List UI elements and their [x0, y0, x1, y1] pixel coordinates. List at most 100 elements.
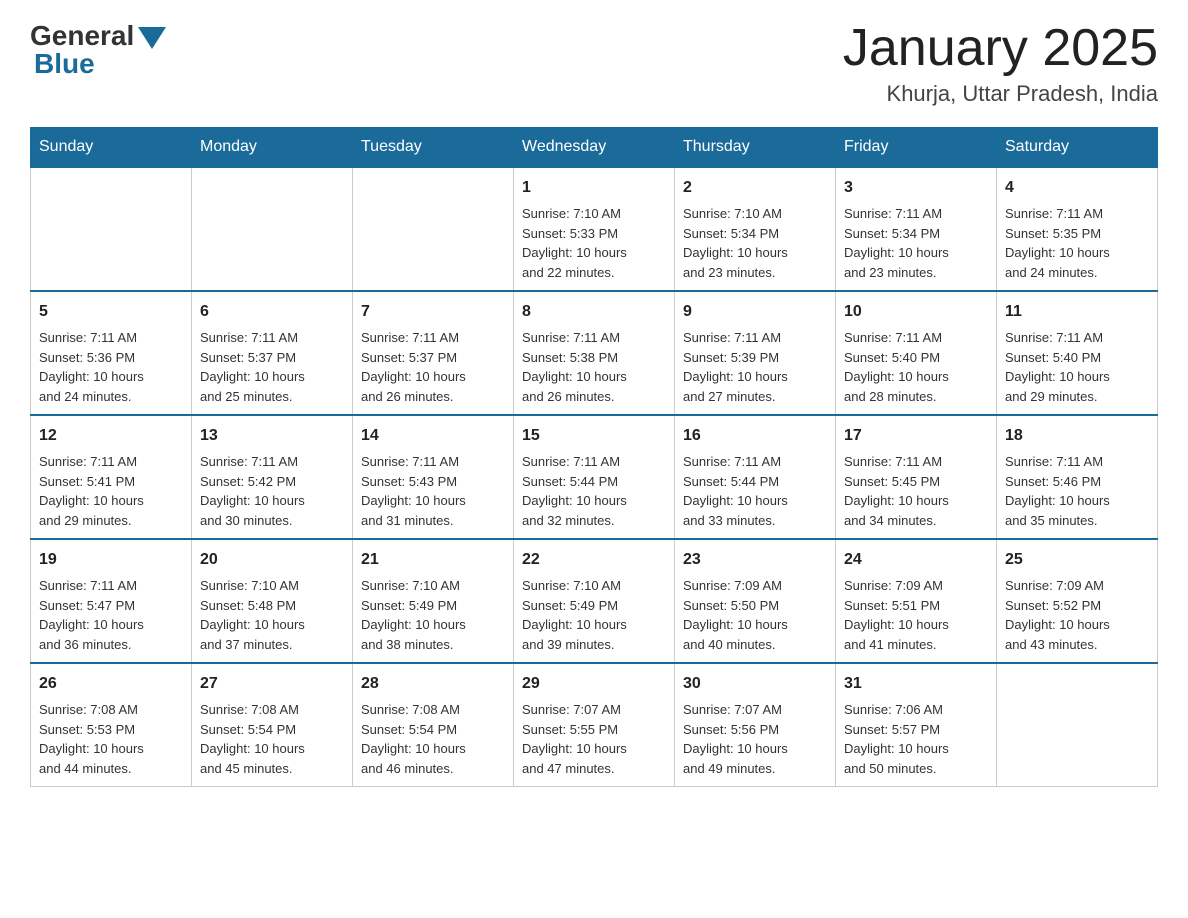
day-info-line: Daylight: 10 hours [683, 493, 788, 508]
calendar-day-header: Thursday [675, 128, 836, 168]
day-info-line: Sunrise: 7:10 AM [522, 206, 621, 221]
day-info-line: Daylight: 10 hours [844, 741, 949, 756]
calendar-day-cell: 11 Sunrise: 7:11 AM Sunset: 5:40 PM Dayligh… [997, 291, 1158, 415]
logo-triangle-icon [138, 27, 166, 49]
day-info-line: Sunset: 5:55 PM [522, 722, 618, 737]
day-info-line: Daylight: 10 hours [522, 245, 627, 260]
calendar-table: SundayMondayTuesdayWednesdayThursdayFrid… [30, 127, 1158, 787]
day-info-line: Sunrise: 7:08 AM [39, 702, 138, 717]
day-info-line: Sunset: 5:41 PM [39, 474, 135, 489]
day-info-line: and 29 minutes. [39, 513, 132, 528]
day-number: 15 [522, 424, 666, 448]
calendar-day-cell: 7Sunrise: 7:11 AMSunset: 5:37 PMDaylight… [353, 291, 514, 415]
day-info-line: Daylight: 10 hours [844, 617, 949, 632]
day-info-line: Sunset: 5:45 PM [844, 474, 940, 489]
day-info-line: Daylight: 10 hours [522, 741, 627, 756]
calendar-day-cell: 14Sunrise: 7:11 AMSunset: 5:43 PMDayligh… [353, 415, 514, 539]
day-info-line: and 31 minutes. [361, 513, 454, 528]
day-info-line: Sunset: 5:37 PM [361, 350, 457, 365]
day-info-line: Sunset: 5:50 PM [683, 598, 779, 613]
day-info-line: Sunset: 5:47 PM [39, 598, 135, 613]
day-number: 11 [1005, 300, 1149, 324]
day-number: 13 [200, 424, 344, 448]
calendar-week-row: 5Sunrise: 7:11 AMSunset: 5:36 PMDaylight… [31, 291, 1158, 415]
day-info-line: and 35 minutes. [1005, 513, 1098, 528]
day-number: 28 [361, 672, 505, 696]
day-info-line: and 28 minutes. [844, 389, 937, 404]
day-number: 14 [361, 424, 505, 448]
day-info-line: Sunset: 5:39 PM [683, 350, 779, 365]
calendar-day-cell: 19Sunrise: 7:11 AMSunset: 5:47 PMDayligh… [31, 539, 192, 663]
day-info-line: Sunrise: 7:11 AM [200, 454, 298, 469]
calendar-day-cell: 27Sunrise: 7:08 AMSunset: 5:54 PMDayligh… [192, 663, 353, 787]
day-info-line: Sunrise: 7:09 AM [844, 578, 943, 593]
day-info-line: Daylight: 10 hours [39, 617, 144, 632]
day-info-line: Sunset: 5:34 PM [683, 226, 779, 241]
day-info-line: and 50 minutes. [844, 761, 937, 776]
calendar-day-header: Monday [192, 128, 353, 168]
day-info-line: Sunset: 5:56 PM [683, 722, 779, 737]
calendar-day-cell [997, 663, 1158, 787]
day-info-line: Daylight: 10 hours [1005, 617, 1110, 632]
day-info-line: Sunset: 5:51 PM [844, 598, 940, 613]
day-info-line: and 22 minutes. [522, 265, 615, 280]
day-info-line: Daylight: 10 hours [361, 369, 466, 384]
page-header: General Blue January 2025 Khurja, Uttar … [30, 20, 1158, 107]
calendar-day-cell: 16Sunrise: 7:11 AMSunset: 5:44 PMDayligh… [675, 415, 836, 539]
calendar-week-row: 1Sunrise: 7:10 AMSunset: 5:33 PMDaylight… [31, 167, 1158, 291]
day-number: 1 [522, 176, 666, 200]
day-info-line: Daylight: 10 hours [1005, 245, 1110, 260]
day-info-line: and 29 minutes. [1005, 389, 1098, 404]
day-info-line: and 38 minutes. [361, 637, 454, 652]
day-info-line: Daylight: 10 hours [200, 369, 305, 384]
calendar-day-cell: 18Sunrise: 7:11 AMSunset: 5:46 PMDayligh… [997, 415, 1158, 539]
day-info-line: Sunrise: 7:10 AM [522, 578, 621, 593]
day-info-line: Sunset: 5:49 PM [361, 598, 457, 613]
day-info-line: Sunset: 5:44 PM [683, 474, 779, 489]
calendar-day-cell: 13Sunrise: 7:11 AMSunset: 5:42 PMDayligh… [192, 415, 353, 539]
day-number: 8 [522, 300, 666, 324]
day-info-line: Sunrise: 7:11 AM [522, 454, 620, 469]
calendar-day-cell: 23Sunrise: 7:09 AMSunset: 5:50 PMDayligh… [675, 539, 836, 663]
day-info-line: and 24 minutes. [39, 389, 132, 404]
day-info-line: Daylight: 10 hours [522, 617, 627, 632]
day-info-line: Daylight: 10 hours [200, 493, 305, 508]
calendar-day-header: Saturday [997, 128, 1158, 168]
day-number: 17 [844, 424, 988, 448]
calendar-day-cell: 12Sunrise: 7:11 AMSunset: 5:41 PMDayligh… [31, 415, 192, 539]
calendar-day-cell: 4Sunrise: 7:11 AMSunset: 5:35 PMDaylight… [997, 167, 1158, 291]
day-number: 30 [683, 672, 827, 696]
day-number: 9 [683, 300, 827, 324]
day-info-line: Daylight: 10 hours [522, 493, 627, 508]
day-info-line: Sunset: 5:53 PM [39, 722, 135, 737]
day-info-line: Sunrise: 7:10 AM [361, 578, 460, 593]
day-info-line: Daylight: 10 hours [1005, 369, 1110, 384]
calendar-day-cell: 26Sunrise: 7:08 AMSunset: 5:53 PMDayligh… [31, 663, 192, 787]
day-info-line: Sunset: 5:40 PM [844, 350, 940, 365]
day-info-line: Sunrise: 7:09 AM [683, 578, 782, 593]
day-info-line: and 32 minutes. [522, 513, 615, 528]
day-info-line: Daylight: 10 hours [39, 493, 144, 508]
day-info-line: and 49 minutes. [683, 761, 776, 776]
day-info-line: Daylight: 10 hours [361, 741, 466, 756]
day-number: 16 [683, 424, 827, 448]
calendar-header-row: SundayMondayTuesdayWednesdayThursdayFrid… [31, 128, 1158, 168]
day-info-line: Daylight: 10 hours [844, 369, 949, 384]
day-info-line: and 41 minutes. [844, 637, 937, 652]
day-info-line: Sunset: 5:40 PM [1005, 350, 1101, 365]
day-info-line: and 27 minutes. [683, 389, 776, 404]
day-info-line: Sunset: 5:34 PM [844, 226, 940, 241]
calendar-day-cell [353, 167, 514, 291]
day-info-line: Sunrise: 7:11 AM [361, 330, 459, 345]
day-info-line: Sunset: 5:37 PM [200, 350, 296, 365]
day-info-line: and 45 minutes. [200, 761, 293, 776]
day-info-line: and 43 minutes. [1005, 637, 1098, 652]
day-info-line: Sunrise: 7:11 AM [1005, 330, 1103, 345]
day-number: 5 [39, 300, 183, 324]
day-info-line: Sunset: 5:44 PM [522, 474, 618, 489]
day-info-line: Sunrise: 7:07 AM [683, 702, 782, 717]
calendar-day-cell [192, 167, 353, 291]
day-info-line: and 37 minutes. [200, 637, 293, 652]
day-info-line: Daylight: 10 hours [844, 245, 949, 260]
day-number: 31 [844, 672, 988, 696]
